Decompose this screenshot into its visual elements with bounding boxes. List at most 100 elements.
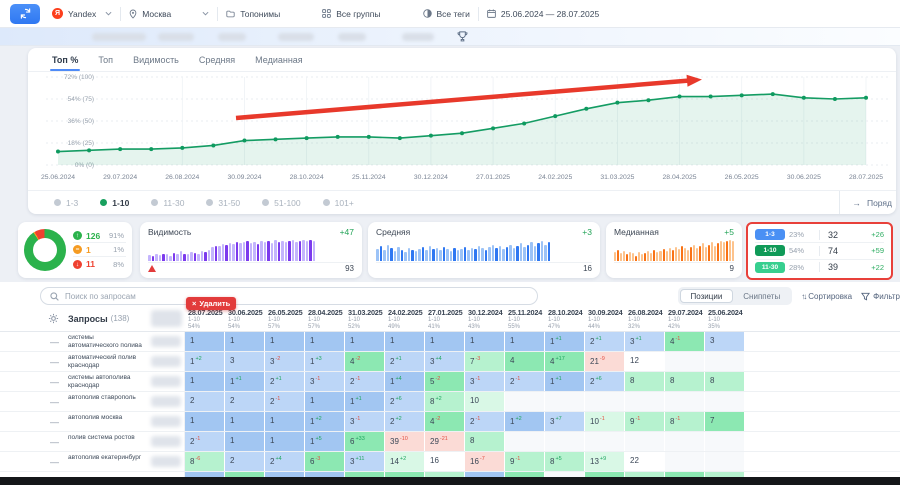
columns-settings[interactable] — [0, 306, 68, 331]
date-column-header[interactable]: 25.11.20241-1055% — [505, 306, 545, 331]
rank-cell[interactable]: 2-1 — [345, 372, 385, 391]
tab-0[interactable]: Топ % — [52, 48, 78, 71]
rank-cell[interactable]: 13+9 — [585, 452, 625, 471]
rank-cell[interactable]: 2+1 — [585, 332, 625, 351]
rank-cell[interactable]: 1+2 — [185, 352, 225, 371]
rank-cell[interactable]: 1 — [345, 332, 385, 351]
rank-cell[interactable] — [705, 392, 745, 411]
rank-cell[interactable]: 3+11 — [345, 452, 385, 471]
rank-cell[interactable]: 8-6 — [185, 452, 225, 471]
rank-cell[interactable]: 1 — [225, 332, 265, 351]
query-text[interactable]: автоматический полив краснодар — [68, 352, 148, 371]
rank-cell[interactable]: 2 — [225, 452, 265, 471]
query-text[interactable]: автополив екатеринбург — [68, 452, 148, 471]
rank-cell[interactable]: 9-1 — [625, 412, 665, 431]
summary-row-1-10[interactable]: 1-1054%74+59 — [755, 243, 884, 259]
rank-cell[interactable]: 1 — [265, 412, 305, 431]
query-text[interactable]: автополив москва — [68, 412, 148, 431]
rank-cell[interactable]: 1 — [305, 332, 345, 351]
rank-cell[interactable]: 2 — [225, 392, 265, 411]
rank-cell[interactable]: 10 — [465, 392, 505, 411]
rank-cell[interactable] — [505, 432, 545, 451]
search-input[interactable] — [65, 292, 528, 301]
date-column-header[interactable]: 30.09.20241-1044% — [585, 306, 625, 331]
rank-cell[interactable]: 29-21 — [425, 432, 465, 451]
rank-cell[interactable]: 1 — [385, 332, 425, 351]
rank-cell[interactable]: 22 — [625, 452, 665, 471]
rank-cell[interactable] — [545, 392, 585, 411]
rank-cell[interactable]: 1 — [225, 412, 265, 431]
summary-row-1-3[interactable]: 1-323%32+26 — [755, 227, 884, 243]
row-select-dash[interactable]: — — [0, 392, 68, 411]
rank-cell[interactable]: 1+2 — [505, 412, 545, 431]
view-button-Сниппеты[interactable]: Сниппеты — [733, 289, 790, 303]
rank-cell[interactable]: 7 — [705, 412, 745, 431]
rank-cell[interactable]: 3+4 — [425, 352, 465, 371]
date-column-header[interactable]: 31.03.20251-1052% — [345, 306, 385, 331]
row-select-dash[interactable]: — — [0, 452, 68, 471]
legend-item-101+[interactable]: 101+ — [323, 198, 354, 208]
rank-cell[interactable] — [705, 352, 745, 371]
tags-filter-button[interactable]: Все теги — [415, 9, 478, 19]
date-column-header[interactable]: 27.01.20251-1041% — [425, 306, 465, 331]
rank-cell[interactable]: 7-3 — [465, 352, 505, 371]
rank-cell[interactable]: 1+3 — [305, 352, 345, 371]
date-column-header[interactable]: 29.07.20241-1042% — [665, 306, 705, 331]
rank-cell[interactable]: 2+4 — [265, 452, 305, 471]
rank-cell[interactable]: 8 — [665, 372, 705, 391]
rank-cell[interactable]: 8 — [625, 372, 665, 391]
rank-cell[interactable]: 1 — [425, 332, 465, 351]
legend-item-31-50[interactable]: 31-50 — [206, 198, 240, 208]
rank-cell[interactable]: 1+2 — [305, 412, 345, 431]
rank-cell[interactable]: 3 — [705, 332, 745, 351]
filter-button[interactable]: Фильтр — [861, 292, 900, 301]
tab-2[interactable]: Видимость — [133, 48, 179, 71]
legend-item-11-30[interactable]: 11-30 — [151, 198, 184, 208]
query-text[interactable]: системы автоматического полива краснодар — [68, 332, 148, 351]
summary-row-11-30[interactable]: 11-3028%39+22 — [755, 260, 884, 275]
row-select-dash[interactable]: — — [0, 352, 68, 371]
rank-cell[interactable]: 2+1 — [385, 352, 425, 371]
row-select-dash[interactable]: — — [0, 412, 68, 431]
row-select-dash[interactable]: — — [0, 432, 68, 451]
rank-cell[interactable]: 4+17 — [545, 352, 585, 371]
rank-cell[interactable]: 3 — [225, 352, 265, 371]
date-column-header[interactable]: 24.02.20251-1049% — [385, 306, 425, 331]
rank-cell[interactable]: 6-3 — [305, 452, 345, 471]
rank-cell[interactable]: 4-2 — [345, 352, 385, 371]
rank-cell[interactable]: 4-2 — [425, 412, 465, 431]
rank-cell[interactable]: 1+1 — [225, 372, 265, 391]
rank-cell[interactable]: 39-10 — [385, 432, 425, 451]
rank-cell[interactable]: 5-2 — [425, 372, 465, 391]
rank-cell[interactable]: 8+2 — [425, 392, 465, 411]
rank-cell[interactable]: 2 — [185, 392, 225, 411]
rank-cell[interactable]: 1 — [225, 432, 265, 451]
date-column-header[interactable]: 28.10.20241-1047% — [545, 306, 585, 331]
query-text[interactable]: автополив ставрополь — [68, 392, 148, 411]
tab-1[interactable]: Топ — [98, 48, 113, 71]
rank-cell[interactable]: 16 — [425, 452, 465, 471]
legend-item-51-100[interactable]: 51-100 — [262, 198, 300, 208]
rank-cell[interactable]: 1 — [465, 332, 505, 351]
rank-cell[interactable]: 1 — [265, 432, 305, 451]
rank-cell[interactable]: 1 — [185, 412, 225, 431]
rank-cell[interactable]: 2-1 — [505, 372, 545, 391]
rank-cell[interactable]: 8 — [465, 432, 505, 451]
rank-cell[interactable]: 4-1 — [665, 332, 705, 351]
search-engine-select[interactable]: Я Yandex — [44, 8, 120, 19]
region-select[interactable]: Москва — [121, 9, 217, 19]
rank-cell[interactable]: 3-1 — [465, 372, 505, 391]
rank-cell[interactable]: 1 — [185, 372, 225, 391]
tab-3[interactable]: Средняя — [199, 48, 235, 71]
rank-cell[interactable]: 2+1 — [265, 372, 305, 391]
rank-cell[interactable]: 9-1 — [505, 452, 545, 471]
rank-cell[interactable]: 3+1 — [625, 332, 665, 351]
order-link[interactable]: → Поряд — [839, 191, 896, 214]
date-column-header[interactable]: 25.06.20241-1035% — [705, 306, 745, 331]
rank-cell[interactable]: 2-1 — [465, 412, 505, 431]
legend-item-1-10[interactable]: 1-10 — [100, 198, 129, 208]
warning-icon[interactable] — [148, 265, 156, 272]
rank-cell[interactable] — [585, 392, 625, 411]
rank-cell[interactable] — [665, 432, 705, 451]
rank-cell[interactable]: 14+2 — [385, 452, 425, 471]
